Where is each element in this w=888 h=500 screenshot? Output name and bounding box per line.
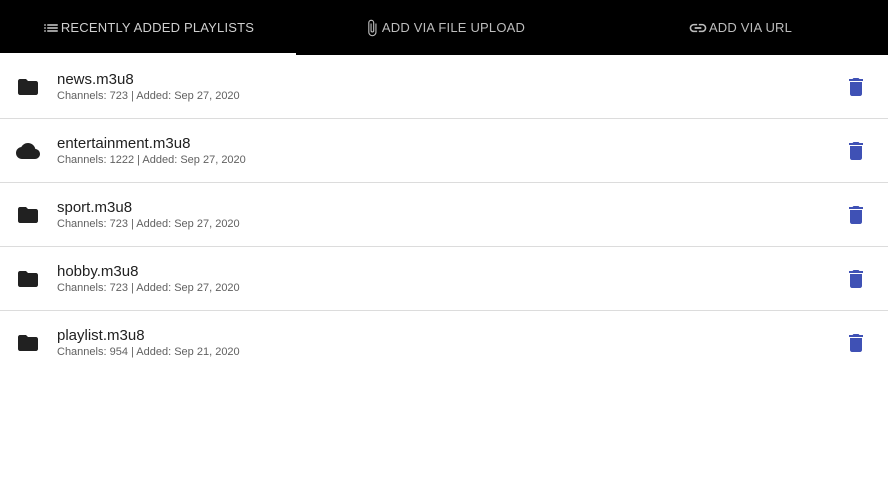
playlist-name: hobby.m3u8 [57,263,139,280]
playlist-meta: Channels: 1222 | Added: Sep 27, 2020 [57,154,246,166]
folder-icon [16,203,40,227]
link-icon [688,18,708,38]
list-item[interactable]: hobby.m3u8 Channels: 723 | Added: Sep 27… [0,247,888,311]
playlist-meta: Channels: 723 | Added: Sep 27, 2020 [57,218,240,230]
list-item[interactable]: entertainment.m3u8 Channels: 1222 | Adde… [0,119,888,183]
cloud-icon [16,139,40,163]
playlist-name: entertainment.m3u8 [57,135,191,152]
folder-icon [16,267,40,291]
list-item[interactable]: playlist.m3u8 Channels: 954 | Added: Sep… [0,311,888,374]
tab-add-via-file-upload[interactable]: ADD VIA FILE UPLOAD [296,0,592,55]
playlist-name: playlist.m3u8 [57,327,145,344]
delete-icon[interactable] [844,203,868,227]
playlist-meta: Channels: 954 | Added: Sep 21, 2020 [57,346,240,358]
delete-icon[interactable] [844,139,868,163]
playlist-list: news.m3u8 Channels: 723 | Added: Sep 27,… [0,55,888,374]
list-item[interactable]: sport.m3u8 Channels: 723 | Added: Sep 27… [0,183,888,247]
folder-icon [16,75,40,99]
tab-label: ADD VIA URL [708,20,793,35]
playlist-name: sport.m3u8 [57,199,133,216]
delete-icon[interactable] [844,267,868,291]
folder-icon [16,331,40,355]
paperclip-icon [363,19,381,37]
delete-icon[interactable] [844,331,868,355]
list-item[interactable]: news.m3u8 Channels: 723 | Added: Sep 27,… [0,55,888,119]
tab-add-via-url[interactable]: ADD VIA URL [592,0,888,55]
tab-label: ADD VIA FILE UPLOAD [381,20,526,35]
tab-label: RECENTLY ADDED PLAYLISTS [60,20,255,35]
tab-bar: RECENTLY ADDED PLAYLISTS ADD VIA FILE UP… [0,0,888,55]
tab-recently-added-playlists[interactable]: RECENTLY ADDED PLAYLISTS [0,0,296,55]
playlist-meta: Channels: 723 | Added: Sep 27, 2020 [57,282,240,294]
list-icon [42,19,60,37]
delete-icon[interactable] [844,75,868,99]
playlist-name: news.m3u8 [57,71,134,88]
playlist-meta: Channels: 723 | Added: Sep 27, 2020 [57,90,240,102]
